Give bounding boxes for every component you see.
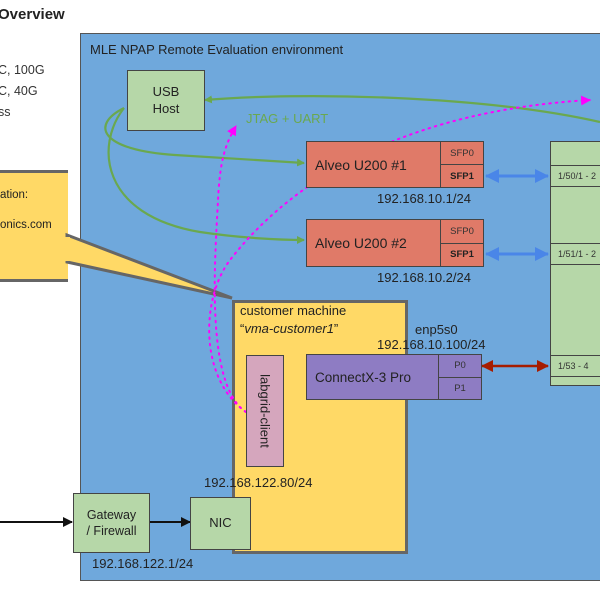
jtag-uart-label: JTAG + UART <box>246 111 329 126</box>
switch-box[interactable]: 1/50/1 - 2 1/51/1 - 2 1/53 - 4 <box>550 141 600 386</box>
gateway-firewall-box[interactable]: Gateway / Firewall <box>73 493 150 553</box>
connectx-name: ConnectX-3 Pro <box>315 369 412 385</box>
nic-label: NIC <box>209 515 232 531</box>
dotted-line-labgrid-to-jtag <box>213 125 247 413</box>
customer-machine-ip: 192.168.122.80/24 <box>204 475 313 490</box>
switch-port-2[interactable]: 1/51/1 - 2 <box>551 243 600 265</box>
callout-pointer <box>65 232 233 300</box>
customer-machine-title: customer machine <box>240 303 347 318</box>
switch-port-3[interactable]: 1/53 - 4 <box>551 355 600 377</box>
usb-host-label-2: Host <box>152 100 180 116</box>
alveo-2-port-sfp0[interactable]: SFP0 <box>441 220 483 243</box>
alveo-1-port-sfp1[interactable]: SFP1 <box>441 164 483 187</box>
gateway-ip: 192.168.122.1/24 <box>92 556 194 571</box>
connectx-port-p1[interactable]: P1 <box>439 376 481 400</box>
customer-machine-hostname: “vma-customer1” <box>240 321 338 336</box>
connectx-card[interactable]: ConnectX-3 Pro P0 P1 <box>306 354 482 400</box>
quote-close: ” <box>333 321 339 336</box>
labgrid-client-box[interactable]: labgrid-client <box>246 355 284 467</box>
labgrid-client-label: labgrid-client <box>257 374 273 448</box>
alveo-1-port-sfp0[interactable]: SFP0 <box>441 142 483 164</box>
hostname-text: vma-customer1 <box>244 321 334 336</box>
alveo-2-port-sfp1[interactable]: SFP1 <box>441 242 483 267</box>
connectx-iface: enp5s0 <box>415 322 458 337</box>
alveo-card-1[interactable]: Alveo U200 #1 SFP0 SFP1 <box>306 141 484 188</box>
alveo-card-2[interactable]: Alveo U200 #2 SFP0 SFP1 <box>306 219 484 267</box>
connectx-port-p0[interactable]: P0 <box>439 355 481 377</box>
alveo-card-1-name: Alveo U200 #1 <box>315 156 407 173</box>
switch-port-1[interactable]: 1/50/1 - 2 <box>551 165 600 187</box>
alveo-1-ip: 192.168.10.1/24 <box>377 191 471 206</box>
nic-box[interactable]: NIC <box>190 497 251 550</box>
gateway-label-2: / Firewall <box>86 524 137 538</box>
connectx-ip: 192.168.10.100/24 <box>377 337 486 352</box>
usb-host-label-1: USB <box>152 83 180 99</box>
gateway-label-1: Gateway <box>86 507 137 522</box>
alveo-card-2-name: Alveo U200 #2 <box>315 235 407 251</box>
usb-host-box[interactable]: USB Host <box>127 70 205 131</box>
alveo-2-ip: 192.168.10.2/24 <box>377 270 471 285</box>
